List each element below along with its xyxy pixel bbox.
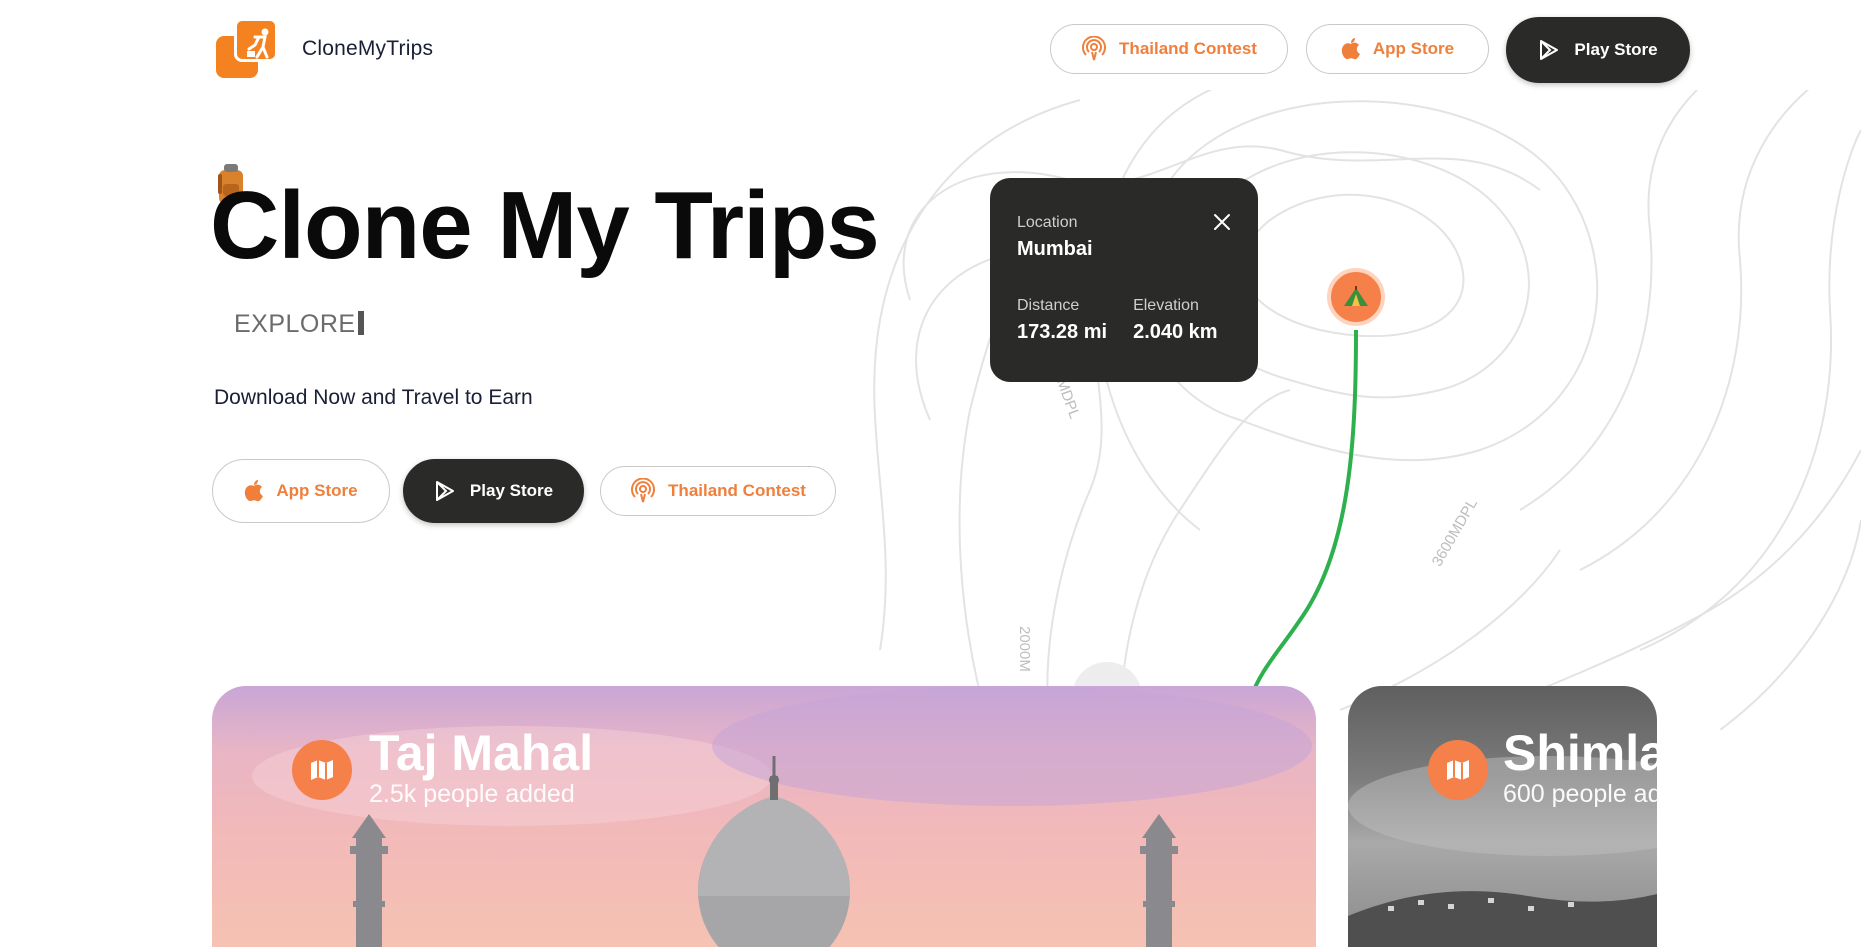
distance-label: Distance [1017, 297, 1080, 314]
header-appstore-button[interactable]: App Store [1306, 24, 1489, 74]
map-icon-badge [292, 740, 352, 800]
elevation-label: Elevation [1133, 297, 1199, 314]
destination-name: Shimla [1503, 725, 1657, 781]
hero-appstore-button[interactable]: App Store [212, 459, 390, 523]
typing-word: EXPLORE [234, 310, 356, 338]
contour-label: 3600MDPL [1430, 496, 1481, 569]
location-label: Location [1017, 214, 1078, 231]
logo-icon [216, 18, 280, 80]
distance-value: 173.28 mi [1017, 321, 1108, 343]
destination-name: Taj Mahal [369, 725, 594, 781]
hero-playstore-label: Play Store [469, 481, 554, 500]
destination-card-taj-mahal[interactable]: Taj Mahal 2.5k people added [212, 686, 1316, 947]
hero-contest-label: Thailand Contest [668, 481, 806, 500]
typing-caret [357, 311, 364, 335]
svg-text:3600MDPL: 3600MDPL [1430, 496, 1481, 569]
brand-logo[interactable]: CloneMyTrips [216, 18, 433, 80]
destination-people-count: 600 people added [1503, 780, 1657, 808]
map-icon-badge [1428, 740, 1488, 800]
map-icon [1447, 760, 1469, 780]
hero-appstore-label: App Store [276, 481, 358, 500]
header-playstore-label: Play Store [1574, 40, 1658, 59]
location-value: Mumbai [1017, 238, 1093, 260]
hero-playstore-button[interactable]: Play Store [403, 459, 584, 523]
header-contest-button[interactable]: Thailand Contest [1050, 24, 1288, 74]
campsite-pin[interactable] [1327, 268, 1385, 326]
podcast-icon [1082, 36, 1107, 61]
header-appstore-label: App Store [1372, 39, 1455, 58]
hero-contest-button[interactable]: Thailand Contest [600, 466, 836, 516]
header-contest-label: Thailand Contest [1119, 39, 1257, 58]
hero-title: Clone My Trips [210, 172, 880, 279]
destination-people-count: 2.5k people added [369, 780, 575, 808]
google-play-icon [1540, 40, 1559, 60]
landing-page: MDPL 3600MDPL 2000M Location Mumbai Dist… [0, 0, 1861, 947]
header-playstore-button[interactable]: Play Store [1506, 17, 1690, 83]
typing-text: EXPLORE [234, 310, 364, 339]
svg-text:2000M: 2000M [1016, 626, 1033, 672]
apple-icon [245, 480, 264, 502]
hero-tagline: Download Now and Travel to Earn [214, 386, 533, 409]
close-icon[interactable] [1212, 212, 1232, 232]
elevation-value: 2.040 km [1133, 321, 1218, 343]
map-icon [311, 760, 333, 780]
brand-name: CloneMyTrips [302, 37, 434, 60]
apple-icon [1341, 38, 1360, 60]
elevation-stat: Elevation 2.040 km [1133, 297, 1218, 344]
tent-icon [1344, 286, 1368, 306]
location-info-card: Location Mumbai Distance 173.28 mi Eleva… [990, 178, 1258, 382]
google-play-icon [435, 481, 454, 501]
svg-text:MDPL: MDPL [1053, 376, 1083, 421]
destination-card-shimla[interactable]: Shimla 600 people added [1348, 686, 1657, 947]
podcast-icon [631, 478, 656, 503]
distance-stat: Distance 173.28 mi [1017, 297, 1107, 344]
